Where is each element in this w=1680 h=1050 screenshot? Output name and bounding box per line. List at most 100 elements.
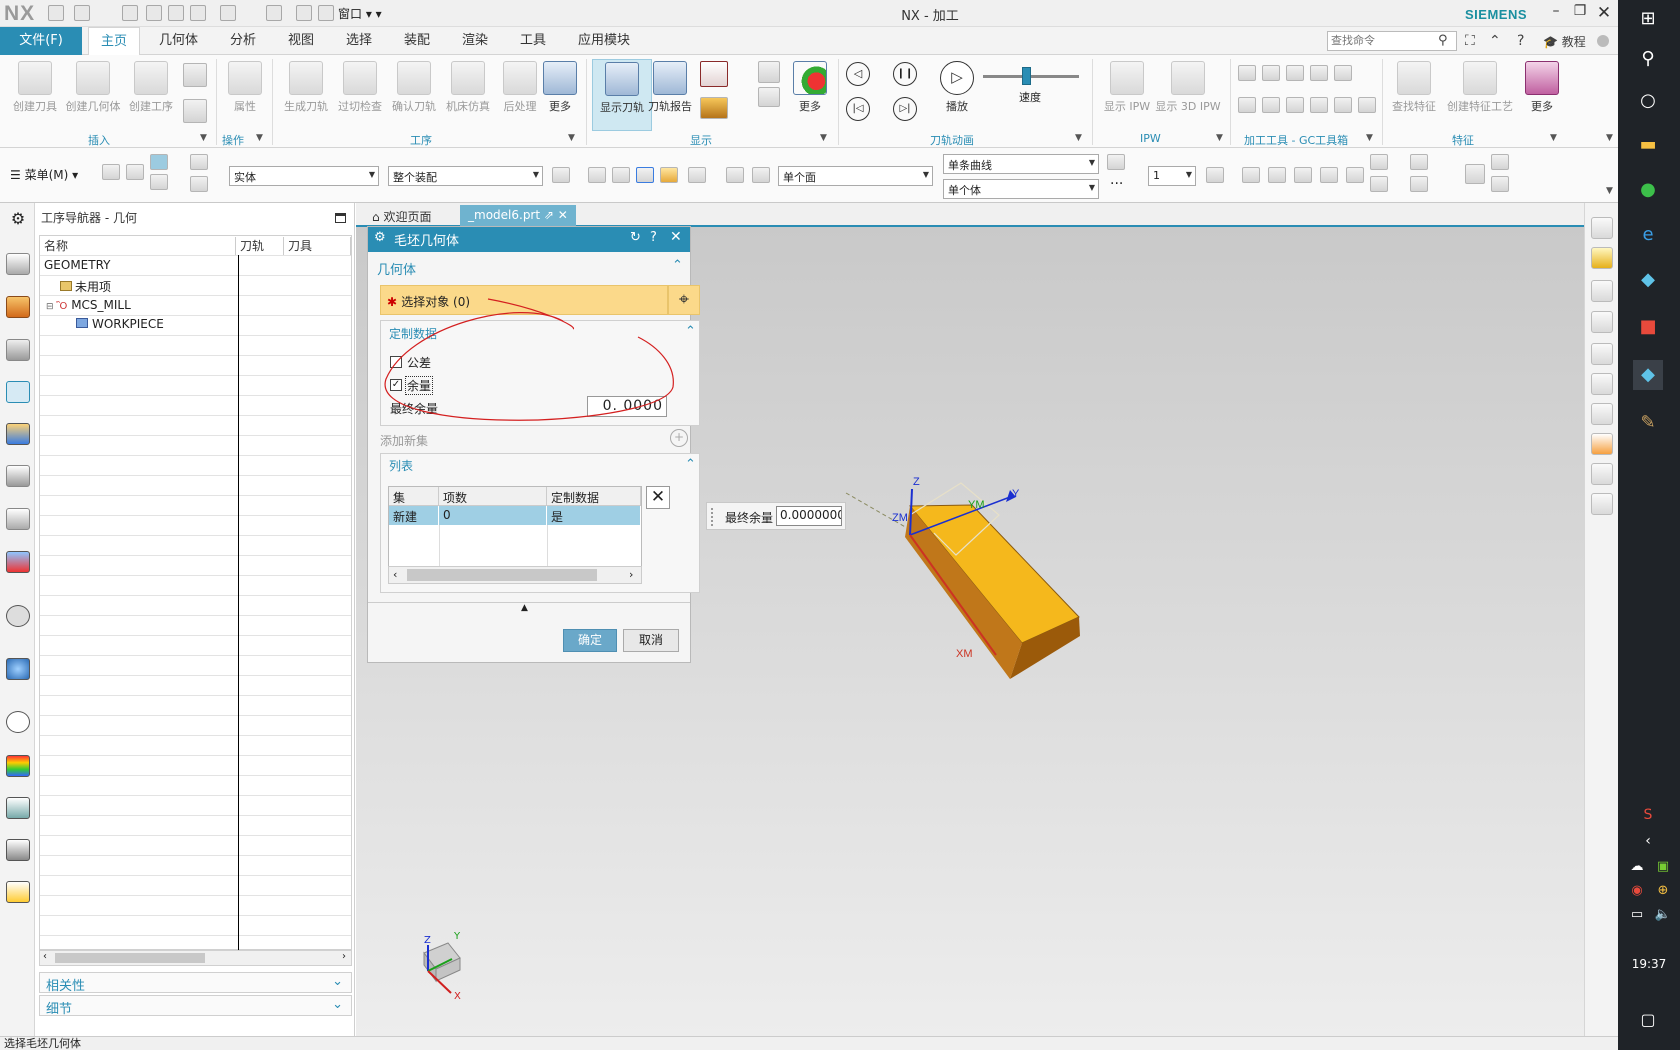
- panel-details[interactable]: 细节 ⌄: [39, 995, 352, 1017]
- navigator-horizontal-scrollbar[interactable]: ‹ ›: [39, 950, 352, 966]
- measure-icon[interactable]: [1591, 311, 1613, 333]
- minimize-button[interactable]: –: [1546, 3, 1566, 23]
- show-3d-ipw-button[interactable]: 显示 3D IPW: [1155, 59, 1221, 114]
- view-triad-icon[interactable]: [1206, 167, 1224, 183]
- gc-tool-2-icon[interactable]: [1262, 65, 1280, 81]
- hd3d-tools-icon[interactable]: [6, 551, 30, 573]
- fit-icon[interactable]: [1591, 343, 1613, 365]
- close-icon[interactable]: ✕: [670, 229, 682, 245]
- step-back-icon[interactable]: ◁: [846, 62, 870, 86]
- tree-node-mcs-mill[interactable]: ⊟ Ὂ MCS_MILL: [46, 298, 131, 312]
- settings-gear-icon[interactable]: ⚙: [6, 209, 30, 231]
- nx-app-icon[interactable]: ◆: [1633, 265, 1663, 295]
- group-animation-dropdown-icon[interactable]: ▼: [1075, 133, 1082, 143]
- table-cell-count[interactable]: 0: [439, 506, 547, 525]
- gc-tool-10-icon[interactable]: [1334, 97, 1352, 113]
- group-insert-dropdown-icon[interactable]: ▼: [200, 133, 207, 143]
- table-cell-set[interactable]: 新建: [389, 506, 439, 525]
- search-icon[interactable]: ⚲: [1438, 33, 1448, 48]
- rotate-icon[interactable]: [1294, 167, 1312, 183]
- zoom-icon[interactable]: [1268, 167, 1286, 183]
- gc-tool-1-icon[interactable]: [1238, 65, 1256, 81]
- tab-select[interactable]: 选择: [334, 27, 384, 55]
- add-set-icon[interactable]: +: [670, 429, 688, 447]
- file-explorer-icon[interactable]: ▬: [1633, 130, 1663, 160]
- browser-icon[interactable]: ●: [1633, 175, 1663, 205]
- part-navigator-icon[interactable]: [6, 339, 30, 361]
- house-icon[interactable]: [1591, 433, 1613, 455]
- plane-icon[interactable]: [1591, 373, 1613, 395]
- column-header-tool[interactable]: 刀具: [284, 237, 351, 255]
- toolkit-icon[interactable]: [6, 839, 30, 861]
- highlight-icon[interactable]: [1591, 247, 1613, 269]
- go-start-icon[interactable]: |◁: [846, 97, 870, 121]
- history-icon[interactable]: [6, 711, 30, 733]
- create-feature-process-button[interactable]: 创建特征工艺: [1442, 59, 1518, 114]
- mcs-display-icon[interactable]: [1465, 164, 1485, 184]
- speed-slider[interactable]: [983, 75, 1079, 78]
- snap-point-icon[interactable]: [688, 167, 706, 183]
- edge-icon[interactable]: e: [1633, 220, 1663, 250]
- tab-file[interactable]: 文件(F): [0, 27, 82, 55]
- properties-button[interactable]: 属性: [215, 59, 275, 114]
- group-ipw-dropdown-icon[interactable]: ▼: [1216, 133, 1223, 143]
- show-hide-icon[interactable]: [1491, 154, 1509, 170]
- feature-navigator-icon[interactable]: [6, 465, 30, 487]
- machine-simulation-button[interactable]: 机床仿真: [438, 59, 498, 114]
- body-rule-select[interactable]: 单个体: [943, 179, 1099, 199]
- tree-node-unused[interactable]: 未用项: [60, 278, 111, 295]
- tab-view[interactable]: 视图: [276, 27, 326, 55]
- display-tool-icon[interactable]: [700, 97, 728, 119]
- edge-display-icon[interactable]: [1370, 176, 1388, 192]
- snap-settings-icon[interactable]: [1107, 154, 1125, 170]
- constraint-navigator-icon[interactable]: [6, 296, 30, 318]
- group-operation-dropdown-icon[interactable]: ▼: [256, 133, 263, 143]
- scroll-left-icon[interactable]: ‹: [393, 568, 397, 581]
- tab-analysis[interactable]: 分析: [218, 27, 268, 55]
- tree-node-geometry[interactable]: GEOMETRY: [44, 258, 111, 272]
- cylinder-icon[interactable]: [1591, 493, 1613, 515]
- drag-handle-icon[interactable]: [711, 508, 717, 526]
- layer-select[interactable]: 1: [1148, 166, 1196, 186]
- method-view-icon[interactable]: [150, 174, 168, 190]
- feature-more-button[interactable]: 更多: [1512, 59, 1572, 114]
- create-tool-button[interactable]: 创建刀具: [5, 59, 65, 114]
- onscreen-final-stock-input[interactable]: 0.0000000: [776, 506, 842, 526]
- notification-icon[interactable]: ▢: [1633, 1005, 1663, 1035]
- gc-tool-7-icon[interactable]: [1262, 97, 1280, 113]
- create-geometry-button[interactable]: 创建几何体: [63, 59, 123, 114]
- zoom-fit-icon[interactable]: [1591, 403, 1613, 425]
- cancel-button[interactable]: 取消: [623, 629, 679, 652]
- info-icon[interactable]: [6, 605, 30, 627]
- close-button[interactable]: ✕: [1594, 3, 1614, 23]
- gc-tool-5-icon[interactable]: [1334, 65, 1352, 81]
- tab-render[interactable]: 渲染: [450, 27, 500, 55]
- work-view-icon[interactable]: [1410, 154, 1428, 170]
- scrollbar-thumb[interactable]: [55, 953, 205, 963]
- select-icon[interactable]: [612, 167, 630, 183]
- type-filter-select[interactable]: 实体: [229, 166, 379, 186]
- ok-button[interactable]: 确定: [563, 629, 617, 652]
- face-rule-select[interactable]: 单个面: [778, 166, 933, 186]
- remove-set-icon[interactable]: ✕: [646, 486, 670, 509]
- filter-icon[interactable]: [552, 167, 570, 183]
- move-icon[interactable]: [758, 87, 780, 107]
- create-program-icon[interactable]: [183, 99, 207, 123]
- create-method-icon[interactable]: [183, 63, 207, 87]
- gc-tool-9-icon[interactable]: [1310, 97, 1328, 113]
- gc-tool-3-icon[interactable]: [1286, 65, 1304, 81]
- collapse-icon[interactable]: [190, 176, 208, 192]
- curve-rule-select[interactable]: 单条曲线: [943, 154, 1099, 174]
- machine-tool-view-icon[interactable]: [126, 164, 144, 180]
- table-horizontal-scrollbar[interactable]: ‹ ›: [388, 566, 642, 584]
- dialog-title-bar[interactable]: ⚙ 毛坯几何体 ↻ ? ✕: [368, 227, 690, 252]
- find-feature-button[interactable]: 查找特征: [1384, 59, 1444, 114]
- nx-active-app-icon[interactable]: ◆: [1633, 360, 1663, 390]
- gc-tool-4-icon[interactable]: [1310, 65, 1328, 81]
- group-gc-dropdown-icon[interactable]: ▼: [1366, 133, 1373, 143]
- box-select-icon[interactable]: [726, 167, 744, 183]
- show-ipw-button[interactable]: 显示 IPW: [1097, 59, 1157, 114]
- maximize-icon[interactable]: [335, 213, 346, 223]
- shaded-icon[interactable]: [1346, 167, 1364, 183]
- machine-navigator-icon[interactable]: [6, 423, 30, 445]
